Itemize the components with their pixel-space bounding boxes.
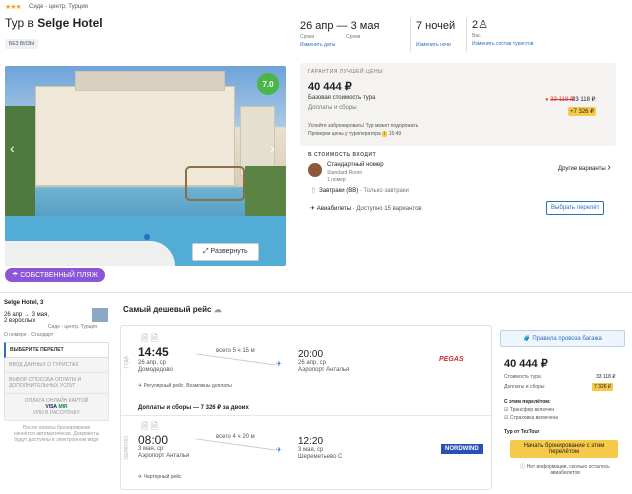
surcharge-badge: +7 326 ₽ <box>568 107 597 116</box>
no-visa-tag: БЕЗ ВИЗЫ <box>5 39 39 49</box>
prev-photo-icon[interactable]: ‹ <box>10 140 15 156</box>
hotel-stars: ★★★ <box>5 4 22 11</box>
start-booking-button[interactable]: Начать бронирование с этим перелётом <box>510 440 618 458</box>
cloud-icon: ☁ <box>213 305 222 314</box>
chevron-right-icon: › <box>607 162 611 173</box>
plane-icon: ✈ <box>276 447 282 454</box>
map-pin-icon <box>144 234 150 240</box>
airline-logo-nordwind: NORDWIND <box>441 444 483 454</box>
room-thumbnail <box>308 163 322 177</box>
fire-icon: ● <box>545 97 549 103</box>
step-tourist-data: ВВОД ДАННЫХ О ТУРИСТАХ <box>4 358 109 373</box>
hotel-thumbnail <box>92 308 108 322</box>
included-section: В СТОИМОСТЬ ВХОДИТ Стандартный номер Sta… <box>300 148 616 218</box>
rating-badge: 7.0 <box>257 73 279 95</box>
choose-flight-button[interactable]: Выбрать перелёт <box>546 201 605 215</box>
person-icon: ♙ <box>478 19 488 31</box>
total-price: 40 444 ₽ <box>308 81 352 93</box>
change-dates-link[interactable]: Изменить даты <box>300 42 379 48</box>
page-title: Тур в Selge Hotel <box>5 16 103 30</box>
guests-block[interactable]: 2♙ Вас Изменить состав туристов <box>472 18 533 47</box>
step-choose-flight[interactable]: ВЫБЕРИТЕ ПЕРЕЛЕТ <box>4 342 109 358</box>
charter-flight-icon: ✈ <box>138 474 143 480</box>
hotel-location: Сиде - центр, Турция <box>29 4 88 10</box>
own-beach-badge: ☂ СОБСТВЕННЫЙ ПЛЯЖ <box>5 268 105 282</box>
plane-icon: ✈ <box>276 361 282 368</box>
info-icon: i <box>382 131 388 137</box>
other-options-link[interactable]: Другие варианты › <box>558 162 611 173</box>
luggage-icon: 🧳 <box>523 336 533 342</box>
plane-icon: ✈ <box>310 206 316 212</box>
base-price: 33 118 ₽ <box>572 97 596 103</box>
next-photo-icon[interactable]: › <box>270 140 275 156</box>
booking-sidebar: Selge Hotel, 3 26 апр → 3 мая, 2 взрослы… <box>4 300 109 443</box>
regular-flight-icon: ✈ <box>138 383 143 389</box>
change-nights-link[interactable]: Изменить ночи <box>416 42 455 48</box>
beach-icon: ☂ <box>12 272 21 279</box>
flight-card[interactable]: ТУДА 🗎 🗎 14:45 26 апр, ср Домодедово все… <box>120 325 492 490</box>
step-payment-method: ВЫБОР СПОСОБА ОПЛАТЫ И ДОПОЛНИТЕЛЬНЫХ УС… <box>4 373 109 394</box>
baggage-rules-link[interactable]: 🧳 Правила провоза багажа <box>500 330 625 347</box>
cheapest-flight-heading: Самый дешевый рейс ☁ <box>123 305 222 314</box>
meal-icon: 🍴 <box>310 188 318 194</box>
price-box: ГАРАНТИЯ ЛУЧШЕЙ ЦЕНЫ 40 444 ₽ Базовая ст… <box>300 63 616 146</box>
step-pay-online: ОПЛАТА ОНЛАЙН КАРТОЙ VISA MIR ИЛИ В РАСС… <box>4 394 109 421</box>
expand-button[interactable]: ⤢ Развернуть <box>192 243 259 261</box>
nights-block[interactable]: 7 ночей Изменить ночи <box>416 20 455 48</box>
airline-logo-pegas: PEGAS <box>439 356 464 363</box>
fees-line: Доплаты и сборы — 7 326 ₽ за двоих <box>138 405 249 411</box>
change-guests-link[interactable]: Изменить состав туристов <box>472 41 533 47</box>
expand-icon: ⤢ <box>203 248 211 255</box>
dates-block[interactable]: 26 апр — 3 мая Сроки Сроки Изменить даты <box>300 20 379 48</box>
booking-panel: 40 444 ₽ Стоимость тура 33 118 ₽ Доплаты… <box>500 353 625 483</box>
